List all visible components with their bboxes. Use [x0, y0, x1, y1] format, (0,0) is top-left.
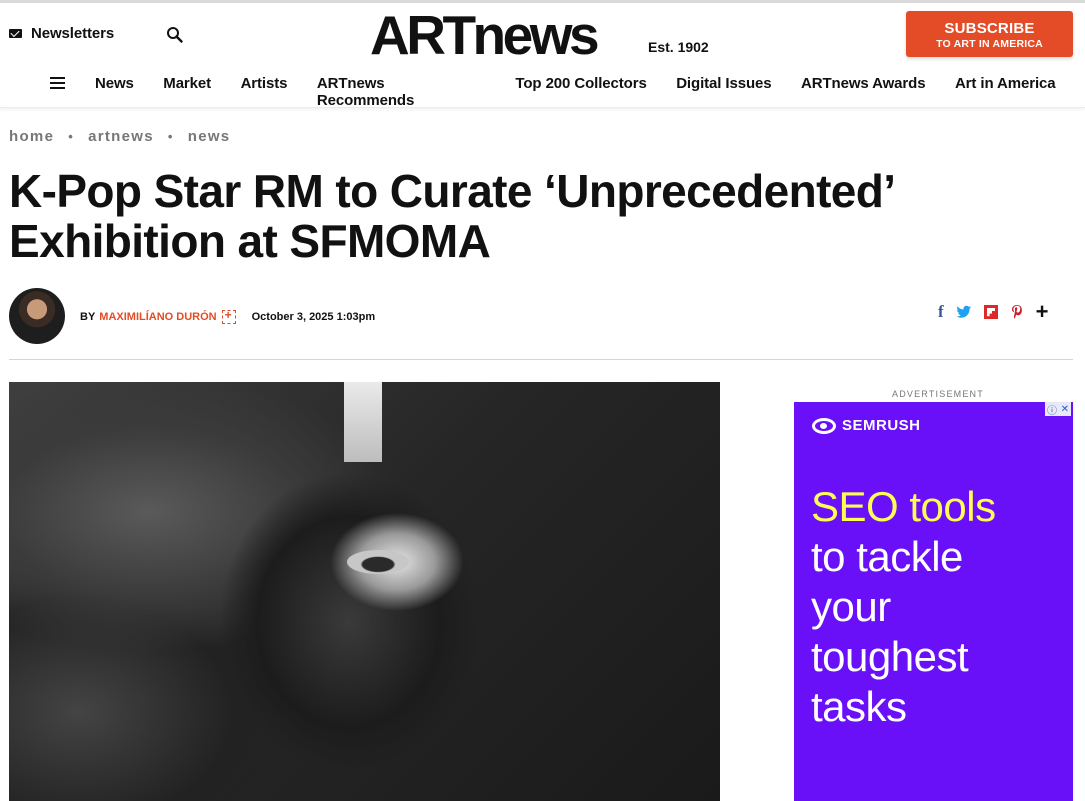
- subscribe-button[interactable]: SUBSCRIBE TO ART IN AMERICA: [906, 11, 1073, 57]
- breadcrumb: home • artnews • news: [9, 128, 230, 145]
- byline-prefix: BY: [80, 311, 96, 323]
- byline: BY MAXIMILÍANO DURÓN October 3, 2025 1:0…: [80, 308, 376, 324]
- ad-headline-line: to tackle: [811, 533, 963, 580]
- nav-item-top-200-collectors[interactable]: Top 200 Collectors: [515, 75, 646, 109]
- advertisement-label: ADVERTISEMENT: [892, 389, 984, 399]
- ad-headline-highlight: SEO tools: [811, 483, 996, 530]
- author-avatar[interactable]: [9, 288, 65, 344]
- est-label: Est. 1902: [648, 39, 709, 55]
- newsletters-link[interactable]: Newsletters: [9, 25, 114, 42]
- breadcrumb-news[interactable]: news: [188, 128, 231, 145]
- ad-headline-line: your: [811, 583, 891, 630]
- nav-item-news[interactable]: News: [95, 75, 134, 109]
- nav-item-digital-issues[interactable]: Digital Issues: [676, 75, 771, 109]
- facebook-icon[interactable]: f: [938, 303, 944, 321]
- ad-headline-line: tasks: [811, 683, 907, 730]
- subscribe-label: SUBSCRIBE: [944, 20, 1035, 37]
- ad-headline: SEO tools to tackle your toughest tasks: [811, 482, 996, 732]
- ad-choices-icon[interactable]: ⓘ ✕: [1045, 402, 1071, 417]
- hamburger-icon[interactable]: [50, 77, 65, 89]
- hero-image[interactable]: [9, 382, 720, 801]
- subscribe-sublabel: TO ART IN AMERICA: [936, 38, 1043, 50]
- main-nav: News Market Artists ARTnews Recommends T…: [0, 70, 1085, 109]
- breadcrumb-home[interactable]: home: [9, 128, 54, 145]
- hero-light-beam: [344, 382, 382, 462]
- nav-item-artnews-recommends[interactable]: ARTnews Recommends: [317, 75, 486, 109]
- nav-item-artists[interactable]: Artists: [241, 75, 288, 109]
- share-bar: f +: [938, 301, 1049, 323]
- semrush-logo-icon: [812, 417, 836, 434]
- breadcrumb-separator: •: [167, 129, 174, 144]
- search-icon[interactable]: [166, 26, 184, 44]
- mail-icon: [9, 29, 22, 38]
- nav-items: News Market Artists ARTnews Recommends T…: [95, 75, 1085, 109]
- publish-date: October 3, 2025 1:03pm: [251, 311, 376, 323]
- site-logo[interactable]: ARTnews: [370, 2, 600, 68]
- ad-brand: SEMRUSH: [812, 417, 921, 434]
- newsletters-label: Newsletters: [31, 25, 115, 42]
- nav-item-market[interactable]: Market: [163, 75, 211, 109]
- more-share-icon[interactable]: +: [1036, 301, 1049, 323]
- author-link[interactable]: MAXIMILÍANO DURÓN: [99, 311, 216, 323]
- hero-eye-highlight: [347, 550, 409, 574]
- pinterest-icon[interactable]: [1010, 304, 1024, 320]
- twitter-icon[interactable]: [956, 305, 972, 319]
- breadcrumb-artnews[interactable]: artnews: [88, 128, 154, 145]
- byline-divider: [9, 359, 1073, 360]
- flipboard-icon[interactable]: [983, 305, 998, 319]
- follow-author-icon[interactable]: [221, 308, 236, 324]
- nav-item-art-in-america[interactable]: Art in America: [955, 75, 1056, 109]
- ad-headline-line: toughest: [811, 633, 969, 680]
- advertisement[interactable]: ⓘ ✕ SEMRUSH SEO tools to tackle your toug…: [794, 402, 1073, 801]
- breadcrumb-separator: •: [68, 129, 75, 144]
- nav-item-artnews-awards[interactable]: ARTnews Awards: [801, 75, 926, 109]
- article-title: K-Pop Star RM to Curate ‘Unprecedented’ …: [9, 165, 894, 267]
- ad-brand-name: SEMRUSH: [842, 417, 921, 434]
